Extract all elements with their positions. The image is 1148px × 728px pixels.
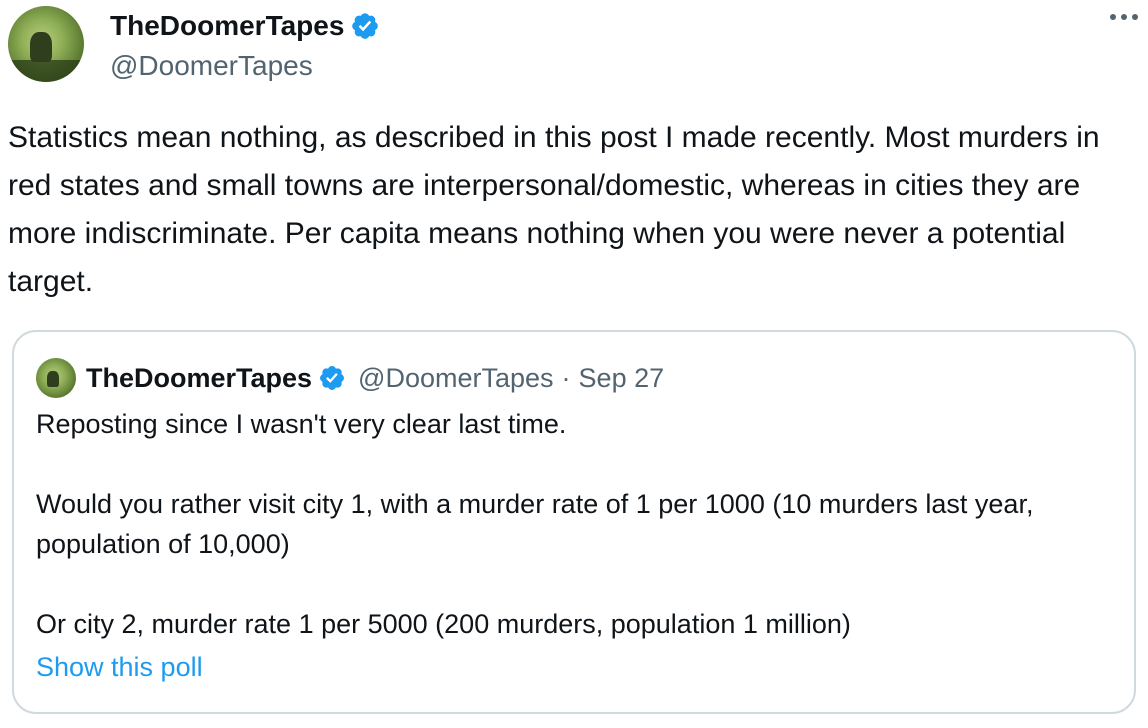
quoted-tweet-header: TheDoomerTapes @DoomerTapes · Sep 27: [36, 358, 664, 398]
quoted-author-display-name: TheDoomerTapes: [86, 362, 313, 393]
quoted-text-line: Or city 2, murder rate 1 per 5000 (200 m…: [36, 609, 851, 639]
tweet-header: TheDoomerTapes @DoomerTapes: [110, 8, 380, 84]
separator-dot: ·: [561, 362, 571, 393]
more-dots-icon: [1121, 14, 1127, 20]
more-dots-icon: [1110, 14, 1116, 20]
tweet-text: Statistics mean nothing, as described in…: [8, 121, 1100, 298]
verified-badge-icon: [320, 366, 345, 390]
verified-badge-icon: [352, 13, 379, 39]
author-handle[interactable]: @DoomerTapes: [110, 48, 380, 84]
author-avatar[interactable]: [8, 6, 84, 82]
quoted-text-line: Would you rather visit city 1, with a mu…: [36, 489, 1034, 559]
avatar-figure: [47, 371, 59, 387]
more-options-button[interactable]: [1110, 14, 1138, 20]
quoted-author-avatar: [36, 358, 76, 398]
quoted-author-handle: @DoomerTapes: [358, 362, 554, 393]
author-display-name[interactable]: TheDoomerTapes: [110, 8, 344, 44]
quoted-tweet[interactable]: TheDoomerTapes @DoomerTapes · Sep 27 Rep…: [12, 330, 1136, 714]
quoted-tweet-date[interactable]: Sep 27: [579, 363, 665, 394]
avatar-ground: [8, 60, 84, 82]
show-poll-link[interactable]: Show this poll: [36, 652, 203, 683]
more-dots-icon: [1132, 14, 1138, 20]
quoted-tweet-body: Reposting since I wasn't very clear last…: [36, 404, 1116, 644]
quoted-text-line: Reposting since I wasn't very clear last…: [36, 409, 567, 439]
avatar-figure: [30, 32, 52, 62]
